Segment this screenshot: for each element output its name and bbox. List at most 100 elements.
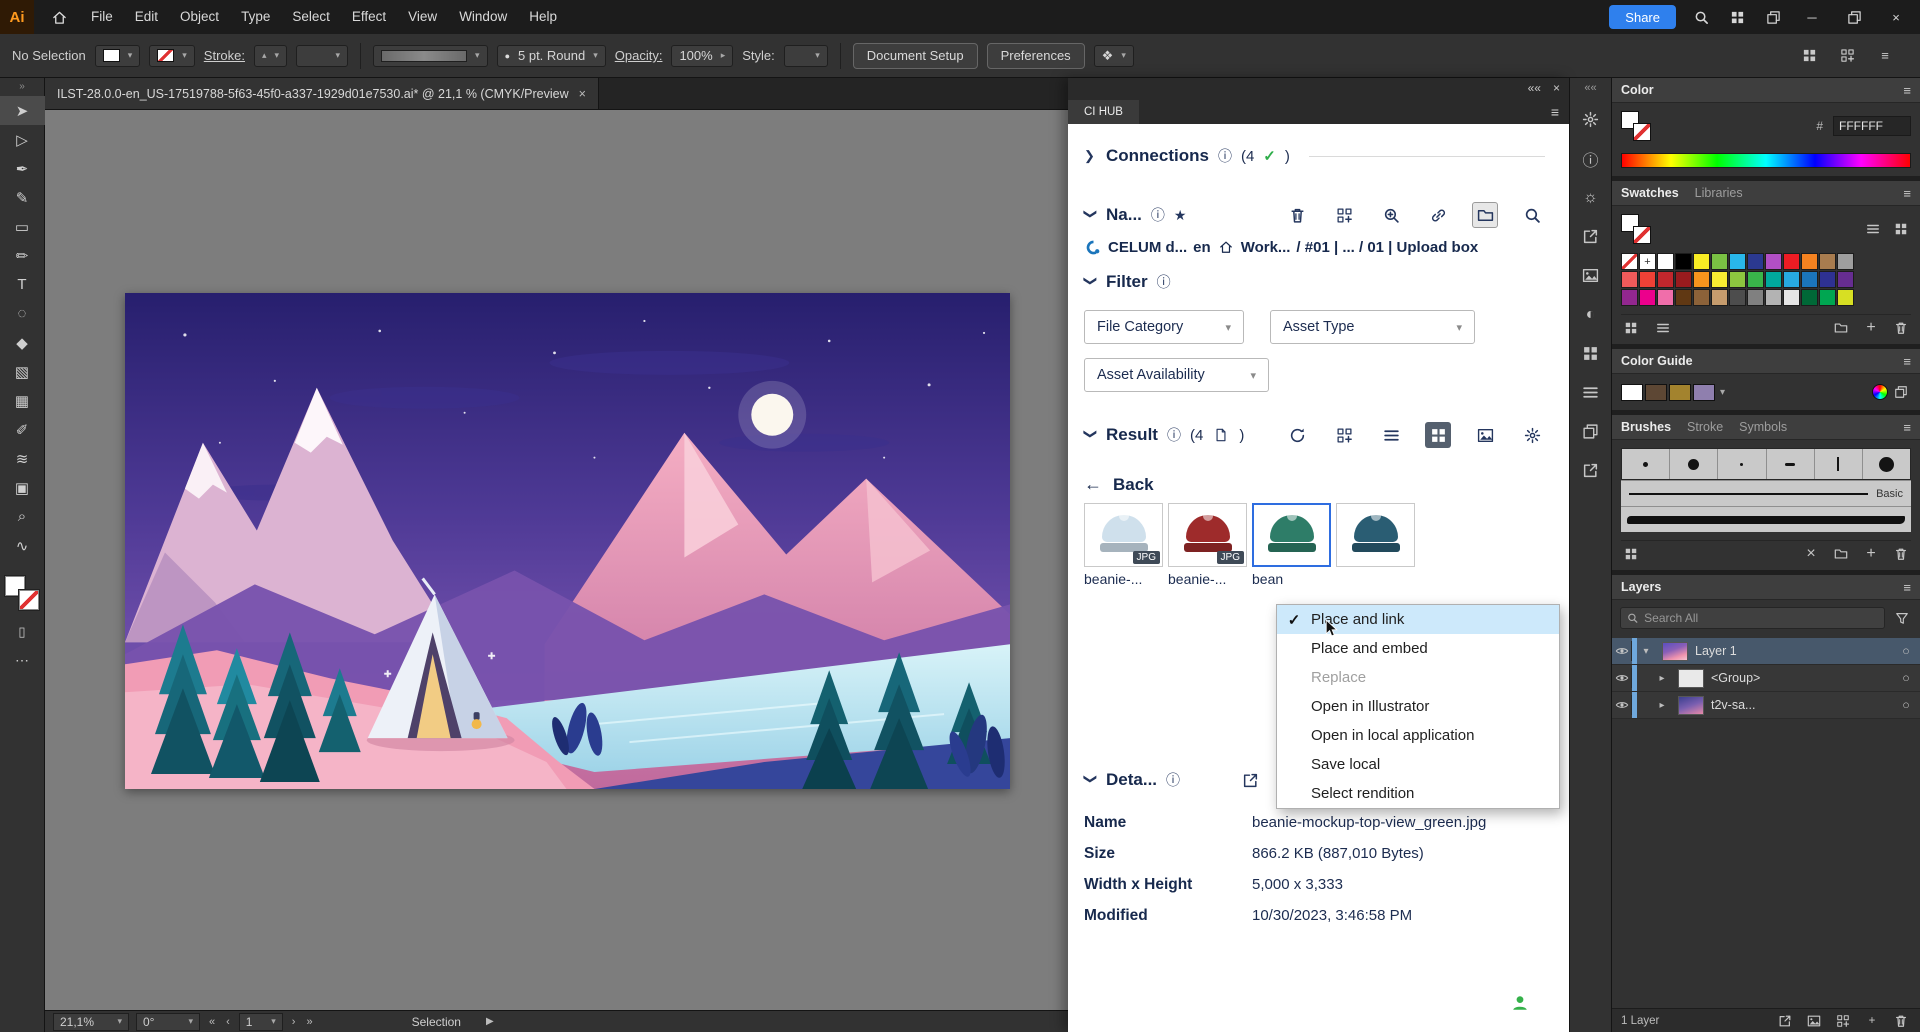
- asset-thumbnail[interactable]: [1336, 503, 1415, 587]
- tab-layers[interactable]: Layers: [1621, 580, 1661, 594]
- expand-chevron-icon[interactable]: ▸: [1653, 673, 1671, 684]
- gradient-tool[interactable]: ▧: [0, 357, 45, 386]
- guide-swatch-cell[interactable]: [1621, 384, 1643, 401]
- document-setup-button[interactable]: Document Setup: [853, 43, 978, 69]
- workspace-switcher-icon[interactable]: [1762, 6, 1784, 28]
- edit-toolbar-icon[interactable]: ⋯: [15, 652, 29, 669]
- layer-thumbnail[interactable]: [1678, 669, 1704, 688]
- context-menu-item[interactable]: Replace: [1277, 663, 1559, 692]
- fill-stroke-widget[interactable]: [1621, 214, 1651, 244]
- info-icon[interactable]: ⓘ: [1166, 770, 1180, 790]
- target-circle-icon[interactable]: ○: [1892, 698, 1920, 712]
- opacity-dropdown[interactable]: 100%▸: [671, 45, 733, 67]
- color-wheel-icon[interactable]: [1872, 384, 1888, 400]
- target-circle-icon[interactable]: ○: [1892, 644, 1920, 658]
- swatch-cell[interactable]: [1693, 271, 1710, 288]
- copy-icon[interactable]: [1570, 412, 1611, 451]
- info-icon[interactable]: ⓘ: [1218, 146, 1232, 166]
- new-sublayer-icon[interactable]: [1833, 1011, 1853, 1031]
- connections-section-header[interactable]: ❯ Connections ⓘ (4 ✓ ): [1084, 146, 1545, 166]
- tab-libraries[interactable]: Libraries: [1695, 186, 1743, 200]
- search-icon[interactable]: [1519, 202, 1545, 228]
- swatch-libraries-icon[interactable]: [1621, 318, 1641, 338]
- tab-color[interactable]: Color: [1621, 83, 1654, 97]
- panel-menu-icon[interactable]: ≡: [1903, 420, 1911, 435]
- variable-width-profile-dropdown[interactable]: ▾: [373, 45, 488, 67]
- layer-row[interactable]: ▸t2v-sa...○: [1612, 692, 1920, 719]
- context-menu-item[interactable]: ✓Place and link: [1277, 605, 1559, 634]
- guide-swatch-cell[interactable]: [1669, 384, 1691, 401]
- chevron-down-icon[interactable]: ❯: [1083, 429, 1099, 442]
- tab-close-icon[interactable]: ×: [579, 87, 586, 101]
- panel-menu-icon[interactable]: ≡: [1903, 580, 1911, 595]
- share-button[interactable]: Share: [1609, 5, 1676, 29]
- swatch-cell[interactable]: [1783, 289, 1800, 306]
- fill-swatch-dropdown[interactable]: ▾: [95, 45, 141, 67]
- swatch-kinds-icon[interactable]: [1653, 318, 1673, 338]
- swatch-cell[interactable]: [1729, 271, 1746, 288]
- brush-item[interactable]: [1622, 449, 1670, 479]
- arrange-documents-icon[interactable]: [1726, 6, 1748, 28]
- close-panel-icon[interactable]: ×: [1553, 81, 1560, 95]
- info-icon[interactable]: ⓘ: [1151, 205, 1165, 225]
- edit-colors-icon[interactable]: [1891, 382, 1911, 402]
- sliders-icon[interactable]: [1570, 373, 1611, 412]
- cihub-panel-menu-icon[interactable]: ≡: [1551, 104, 1569, 124]
- new-brush-icon[interactable]: +: [1861, 544, 1881, 564]
- grid-icon[interactable]: [1798, 45, 1820, 67]
- curvature-tool[interactable]: ✎: [0, 183, 45, 212]
- selection-tool[interactable]: ➤: [0, 96, 45, 125]
- brush-item[interactable]: [1767, 449, 1815, 479]
- brush-definition-dropdown[interactable]: ●5 pt. Round▾: [497, 45, 606, 67]
- panel-menu-icon[interactable]: ≡: [1903, 354, 1911, 369]
- menu-item-file[interactable]: File: [80, 9, 124, 24]
- folder-icon[interactable]: [1472, 202, 1498, 228]
- context-menu-item[interactable]: Save local: [1277, 750, 1559, 779]
- cihub-tab[interactable]: CI HUB: [1068, 100, 1139, 124]
- back-navigation[interactable]: ← Back: [1084, 474, 1545, 495]
- swatch-cell[interactable]: [1693, 253, 1710, 270]
- swatch-cell[interactable]: [1783, 271, 1800, 288]
- swatch-cell[interactable]: [1801, 289, 1818, 306]
- guide-swatch-cell[interactable]: [1645, 384, 1667, 401]
- tab-swatches[interactable]: Swatches: [1621, 186, 1679, 200]
- asset-type-dropdown[interactable]: Asset Type▾: [1270, 310, 1475, 344]
- swatch-cell[interactable]: [1639, 289, 1656, 306]
- asset-thumbnail[interactable]: bean: [1252, 503, 1331, 587]
- file-category-dropdown[interactable]: File Category▾: [1084, 310, 1244, 344]
- swatch-cell[interactable]: [1621, 271, 1638, 288]
- status-expand-icon[interactable]: ▶: [486, 1016, 494, 1027]
- expand-chevron-icon[interactable]: ▸: [1653, 700, 1671, 711]
- favorite-star-icon[interactable]: ★: [1174, 207, 1187, 224]
- layer-row[interactable]: ▾Layer 1○: [1612, 638, 1920, 665]
- style-dropdown[interactable]: ▾: [784, 45, 828, 67]
- info-icon[interactable]: ⓘ: [1570, 139, 1611, 178]
- artboard-number-dropdown[interactable]: 1▾: [239, 1013, 283, 1031]
- home-icon[interactable]: [1217, 238, 1235, 256]
- menu-item-edit[interactable]: Edit: [124, 9, 169, 24]
- context-menu-item[interactable]: Place and embed: [1277, 634, 1559, 663]
- collapse-strip-icon[interactable]: ««: [1584, 82, 1596, 100]
- menu-item-window[interactable]: Window: [448, 9, 518, 24]
- breadcrumb-path2[interactable]: / #01 | ... / 01 | Upload box: [1296, 239, 1478, 256]
- trash-icon[interactable]: [1284, 202, 1310, 228]
- document-tab[interactable]: ILST-28.0.0-en_US-17519788-5f63-45f0-a33…: [45, 78, 599, 109]
- swatch-cell[interactable]: [1837, 253, 1854, 270]
- brush-item[interactable]: [1718, 449, 1766, 479]
- swatch-cell[interactable]: [1729, 253, 1746, 270]
- rotate-tool[interactable]: ◌: [0, 299, 45, 328]
- type-tool[interactable]: T: [0, 270, 45, 299]
- chevron-down-icon[interactable]: ▾: [1720, 387, 1725, 398]
- user-presence-icon[interactable]: [1511, 994, 1531, 1014]
- chevron-down-icon[interactable]: ❯: [1083, 276, 1099, 289]
- visibility-eye-icon[interactable]: [1612, 695, 1632, 715]
- swatch-cell[interactable]: [1801, 253, 1818, 270]
- direct-selection-tool[interactable]: ▷: [0, 125, 45, 154]
- make-mask-icon[interactable]: [1804, 1011, 1824, 1031]
- swatch-cell[interactable]: [1657, 253, 1674, 270]
- grid-view-icon[interactable]: [1891, 219, 1911, 239]
- remove-brush-stroke-icon[interactable]: ×: [1801, 544, 1821, 564]
- filter-funnel-icon[interactable]: [1892, 608, 1912, 628]
- chevron-down-icon[interactable]: ❯: [1083, 209, 1099, 222]
- next-artboard-icon[interactable]: ›: [290, 1016, 298, 1028]
